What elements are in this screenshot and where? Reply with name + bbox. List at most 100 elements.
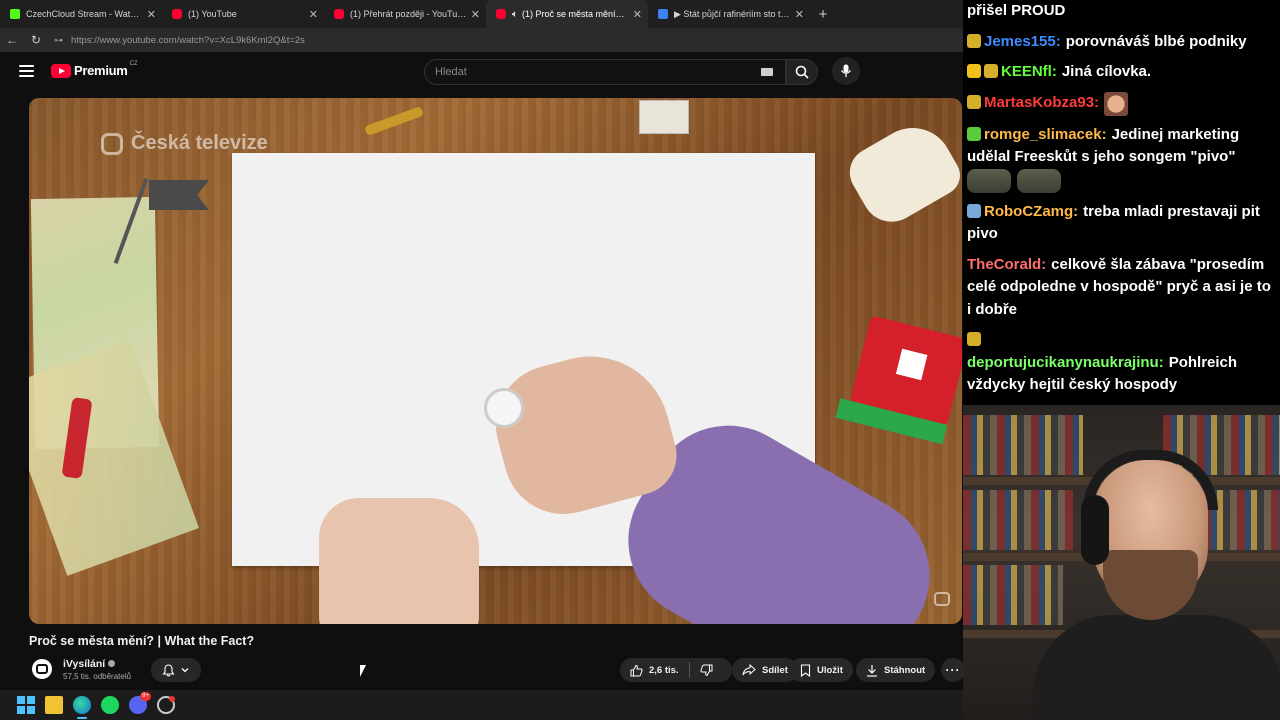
webcam-feed	[963, 405, 1280, 720]
app-icon[interactable]	[157, 696, 175, 714]
mic-icon	[840, 64, 852, 77]
screen: CzechCloud Stream - Watch Live o ✕ (1) Y…	[0, 0, 1280, 720]
youtube-icon	[496, 9, 506, 19]
tab-youtube[interactable]: (1) YouTube ✕	[162, 0, 324, 28]
map-prop	[29, 340, 199, 576]
thumbs-up-icon	[630, 664, 643, 676]
share-button[interactable]: Sdílet	[732, 658, 798, 682]
emote-face-icon	[1104, 91, 1129, 116]
tab-title: ▶ Stát půjčí rafinériím sto tisíc tun	[674, 8, 791, 19]
chat-username[interactable]: deportujucikanynaukrajinu:	[967, 354, 1164, 371]
file-explorer-icon[interactable]	[45, 696, 63, 714]
search-input[interactable]: Hledat	[424, 59, 786, 85]
save-playlist-icon	[800, 663, 811, 677]
youtube-logo[interactable]: Premium CZ	[51, 60, 138, 78]
discord-icon[interactable]: 9+	[129, 692, 151, 714]
chat-message: přišel PROUD	[967, 0, 1274, 23]
kick-icon	[10, 9, 20, 19]
headphones	[1081, 495, 1109, 565]
youtube-icon	[172, 9, 182, 19]
pill-badge-icon	[984, 64, 998, 78]
like-count: 2,6 tis.	[649, 664, 679, 676]
channel-name-text: iVysílání	[63, 658, 106, 670]
chat-message: romge_slimacek: Jedinej marketing udělal …	[967, 124, 1274, 193]
url-field[interactable]: ⊶ https://www.youtube.com/watch?v=XcL9k6…	[54, 31, 305, 49]
new-tab-button[interactable]: +	[810, 0, 836, 28]
search-button[interactable]	[786, 59, 818, 85]
chat-message: RoboCZamg: treba mladi prestavaji pit piv…	[967, 201, 1274, 246]
chat-username[interactable]: RoboCZamg:	[984, 203, 1078, 220]
chat-username[interactable]: TheCorald:	[967, 256, 1046, 273]
tab-refinery-article[interactable]: ▶ Stát půjčí rafinériím sto tisíc tun ✕	[648, 0, 810, 28]
bookshelf	[963, 490, 1073, 550]
like-dislike-group: 2,6 tis.	[620, 658, 732, 682]
youtube-play-icon	[51, 63, 71, 78]
tab-title: CzechCloud Stream - Watch Live o	[26, 9, 143, 19]
chat-text: Jiná cílovka.	[1061, 63, 1152, 80]
flag-prop	[149, 180, 209, 210]
close-icon[interactable]: ✕	[309, 8, 318, 21]
more-actions-button[interactable]: ···	[941, 658, 965, 682]
tab-watch-later[interactable]: (1) Přehrát později - YouTube ✕	[324, 0, 486, 28]
like-button[interactable]: 2,6 tis.	[620, 658, 689, 682]
reload-button[interactable]: ↻	[24, 28, 48, 52]
bookshelf	[963, 415, 1083, 475]
chat-text: porovnáváš blbé podniky	[1065, 32, 1247, 50]
streamer-body	[1033, 615, 1280, 720]
chat-username[interactable]: romge_slimacek:	[984, 126, 1107, 143]
back-button[interactable]: ←	[0, 28, 24, 52]
close-icon[interactable]: ✕	[633, 8, 642, 21]
download-button[interactable]: Stáhnout	[856, 658, 936, 682]
streamer-beard	[1103, 550, 1198, 620]
edge-browser-icon[interactable]	[73, 696, 91, 719]
share-label: Sdílet	[762, 664, 788, 676]
save-button[interactable]: Uložit	[790, 658, 853, 682]
watermark-text: Česká televize	[131, 132, 268, 154]
subscription-bell-button[interactable]	[151, 658, 201, 682]
voice-search-button[interactable]	[832, 57, 860, 85]
close-icon[interactable]: ✕	[147, 8, 156, 21]
download-icon	[867, 664, 877, 677]
mouse-cursor	[360, 665, 366, 677]
browser-window: CzechCloud Stream - Watch Live o ✕ (1) Y…	[0, 0, 965, 690]
chat-message: MartasKobza93:	[967, 91, 1274, 116]
verified-icon	[108, 660, 116, 667]
chat-message: deportujucikanynaukrajinu: Pohlreich vždy…	[967, 329, 1274, 397]
chat-username[interactable]: MartasKobza93:	[984, 94, 1099, 111]
menu-icon[interactable]	[19, 65, 34, 77]
site-icon	[658, 9, 668, 19]
chat-username[interactable]: KEENfl:	[1001, 63, 1057, 80]
ct-logo-icon	[934, 592, 950, 606]
chat-message: Jemes155: porovnáváš blbé podniky	[967, 31, 1274, 54]
keyboard-icon[interactable]	[761, 68, 773, 76]
close-icon[interactable]: ✕	[471, 8, 480, 21]
close-icon[interactable]: ✕	[795, 8, 804, 21]
chat-text: přišel PROUD	[967, 2, 1066, 19]
chat-username[interactable]: Jemes155:	[984, 33, 1061, 50]
dislike-button[interactable]	[690, 658, 723, 682]
tab-czechcloud[interactable]: CzechCloud Stream - Watch Live o ✕	[0, 0, 162, 28]
windows-start-icon[interactable]	[17, 696, 35, 714]
video-player[interactable]: Česká televize	[29, 98, 962, 624]
bookshelf	[963, 565, 1063, 625]
youtube-icon	[334, 9, 344, 19]
shovel-prop	[364, 106, 424, 136]
tab-bar: CzechCloud Stream - Watch Live o ✕ (1) Y…	[0, 0, 963, 28]
logo-text: Premium	[74, 63, 128, 78]
pill-badge-icon	[967, 332, 981, 346]
url-text: https://www.youtube.com/watch?v=XcL9k6Km…	[71, 34, 305, 46]
subscriber-count: 57,5 tis. odběratelů	[63, 672, 132, 681]
toy-car-prop	[840, 113, 962, 233]
channel-avatar[interactable]	[32, 659, 52, 679]
ct-logo-icon	[101, 132, 123, 155]
speaker-icon[interactable]: 🔈︎	[512, 9, 518, 20]
tab-title: (1) Přehrát později - YouTube	[350, 9, 467, 19]
logo-region: CZ	[129, 60, 138, 67]
save-label: Uložit	[817, 664, 843, 676]
spotify-icon[interactable]	[101, 696, 119, 714]
tab-current-video[interactable]: 🔈︎ (1) Proč se města mění? | Wha ✕	[486, 0, 648, 28]
channel-name[interactable]: iVysílání	[63, 658, 116, 670]
pill-badge-icon	[967, 203, 981, 218]
download-label: Stáhnout	[884, 664, 926, 676]
pill-badge-icon	[967, 95, 981, 110]
